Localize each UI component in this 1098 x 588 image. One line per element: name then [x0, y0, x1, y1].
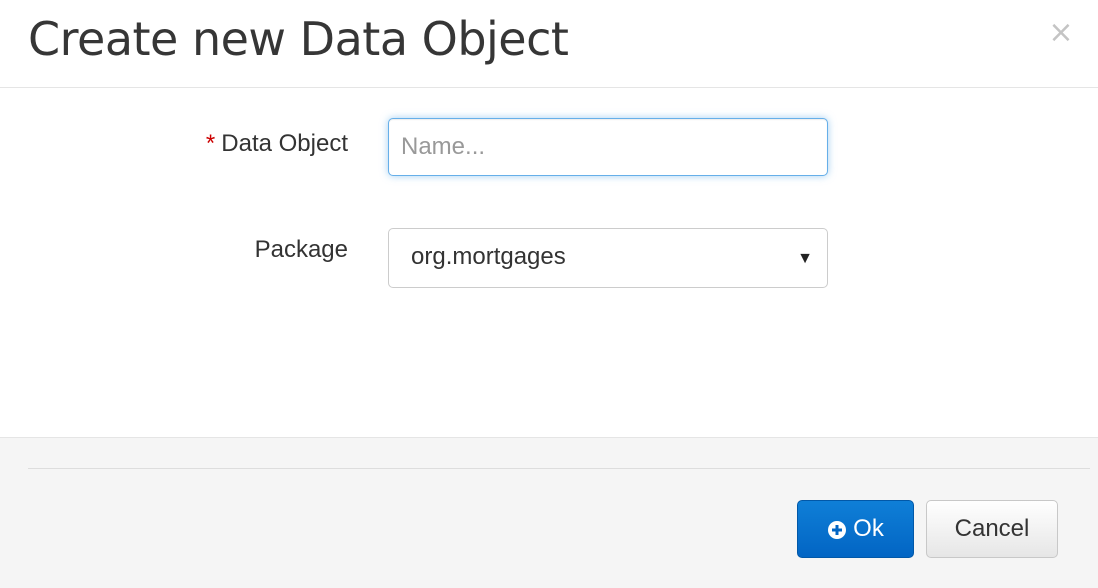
- close-icon[interactable]: ×: [1046, 18, 1076, 48]
- data-object-row: * Data Object: [0, 118, 1098, 178]
- plus-circle-icon: [827, 519, 847, 539]
- package-select[interactable]: org.mortgages ▼: [388, 228, 828, 288]
- cancel-button[interactable]: Cancel: [926, 500, 1058, 558]
- dialog-header: Create new Data Object ×: [0, 0, 1098, 88]
- data-object-label: Data Object: [221, 130, 348, 157]
- dialog-footer: Ok Cancel: [0, 437, 1098, 588]
- cancel-button-label: Cancel: [954, 515, 1030, 542]
- dialog-title: Create new Data Object: [28, 12, 569, 66]
- ok-button[interactable]: Ok: [797, 500, 914, 558]
- package-selected-value: org.mortgages: [411, 243, 566, 270]
- ok-button-label: Ok: [853, 515, 884, 542]
- create-data-object-dialog: Create new Data Object × *Data Object Pa…: [0, 0, 1098, 588]
- footer-divider: [28, 468, 1090, 469]
- chevron-down-icon: ▼: [797, 250, 813, 267]
- dialog-body: *Data Object Package org.mortgages ▼: [0, 88, 1098, 438]
- data-object-name-input[interactable]: [388, 118, 828, 176]
- package-row: Package org.mortgages ▼: [0, 228, 1098, 288]
- data-object-label-group: * Data Object: [206, 130, 348, 158]
- required-marker: *: [205, 130, 216, 157]
- package-label: Package: [254, 236, 348, 263]
